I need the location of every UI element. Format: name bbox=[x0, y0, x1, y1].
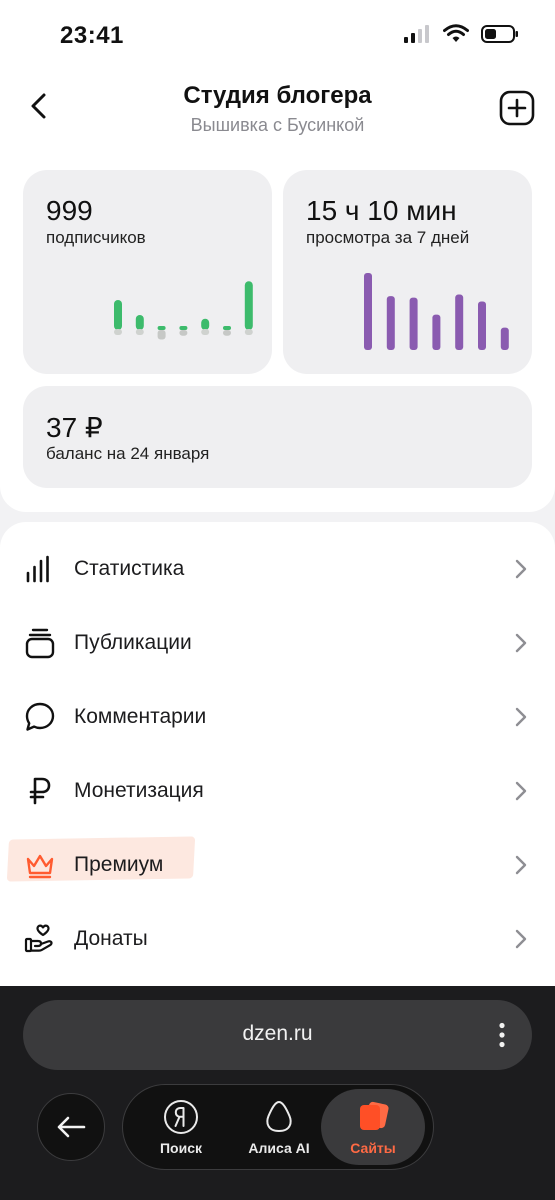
more-vertical-icon[interactable] bbox=[498, 1022, 506, 1048]
balance-label: баланс на 24 января bbox=[46, 444, 210, 463]
menu-label-publications: Публикации bbox=[74, 631, 192, 654]
menu-item-comments[interactable]: Комментарии bbox=[0, 680, 555, 754]
views-chart bbox=[364, 273, 509, 350]
browser-tab-group: Поиск Алиса AI Сайты bbox=[122, 1084, 434, 1170]
tab-alisa-label: Алиса AI bbox=[248, 1140, 310, 1156]
url-bar[interactable]: dzen.ru bbox=[23, 1000, 532, 1070]
subscribers-bar bbox=[179, 326, 188, 330]
menu-label-premium: Премиум bbox=[74, 853, 164, 876]
subscribers-bar-shadow bbox=[201, 329, 210, 335]
yandex-icon bbox=[164, 1100, 198, 1134]
signal-icon bbox=[404, 25, 429, 43]
chevron-right-icon bbox=[515, 633, 527, 653]
bar-chart-icon bbox=[26, 555, 49, 583]
menu-item-donations[interactable]: Донаты bbox=[0, 902, 555, 976]
page-title: Студия блогера bbox=[183, 82, 372, 109]
subscribers-bar bbox=[223, 326, 231, 330]
page-subtitle: Вышивка с Бусинкой bbox=[190, 115, 365, 135]
status-icons bbox=[403, 24, 519, 44]
subscribers-bar-shadow bbox=[244, 329, 253, 335]
menu-item-publications[interactable]: Публикации bbox=[0, 606, 555, 680]
chevron-right-icon bbox=[515, 855, 527, 875]
menu-label-monetization: Монетизация bbox=[74, 779, 204, 802]
views-bar bbox=[386, 296, 395, 350]
wifi-icon bbox=[443, 24, 469, 42]
alisa-icon bbox=[266, 1101, 292, 1132]
views-bar bbox=[455, 294, 464, 350]
tab-search[interactable]: Поиск bbox=[129, 1089, 233, 1165]
menu-item-premium[interactable]: Премиум bbox=[0, 828, 555, 902]
menu-label-comments: Комментарии bbox=[74, 705, 207, 728]
status-bar: 23:41 bbox=[0, 0, 555, 72]
url-text: dzen.ru bbox=[242, 1022, 313, 1045]
chevron-right-icon bbox=[515, 781, 527, 801]
subscribers-bar-shadow bbox=[135, 329, 144, 335]
menu-item-monetization[interactable]: Монетизация bbox=[0, 754, 555, 828]
subscribers-bar-negative bbox=[179, 330, 188, 336]
subscribers-bar bbox=[244, 281, 253, 330]
menu-label-donations: Донаты bbox=[74, 927, 148, 950]
arrow-left-icon bbox=[57, 1116, 86, 1138]
subscribers-bar bbox=[114, 300, 122, 330]
subscribers-bar-negative bbox=[223, 330, 231, 336]
subscribers-bar bbox=[157, 326, 166, 330]
subscribers-chart bbox=[114, 281, 253, 340]
crown-icon bbox=[26, 854, 54, 879]
tab-alisa[interactable]: Алиса AI bbox=[227, 1089, 331, 1165]
views-bar bbox=[478, 301, 486, 350]
menu-item-statistics[interactable]: Статистика bbox=[0, 532, 555, 606]
browser-bar: dzen.ru Поиск Алиса AI Сайты bbox=[0, 986, 555, 1200]
publications-icon bbox=[25, 628, 55, 659]
chevron-right-icon bbox=[515, 929, 527, 949]
balance-card[interactable]: 37 ₽ баланс на 24 января bbox=[23, 386, 532, 488]
tab-search-label: Поиск bbox=[159, 1140, 202, 1156]
views-bar bbox=[364, 273, 372, 350]
views-bar bbox=[500, 327, 509, 350]
balance-value: 37 ₽ bbox=[46, 412, 103, 443]
tab-sites-label: Сайты bbox=[350, 1140, 396, 1156]
subscribers-bar bbox=[201, 318, 210, 330]
studio-menu: Статистика Публикации Комментарии Монети… bbox=[0, 522, 555, 1022]
battery-icon bbox=[481, 25, 518, 43]
chevron-right-icon bbox=[515, 707, 527, 727]
subscribers-bar-negative bbox=[157, 330, 166, 340]
status-time: 23:41 bbox=[60, 22, 124, 49]
views-card[interactable]: 15 ч 10 мин просмотра за 7 дней bbox=[283, 170, 532, 374]
browser-back-button[interactable] bbox=[37, 1093, 105, 1161]
subscribers-card[interactable]: 999 подписчиков bbox=[23, 170, 272, 374]
views-bar bbox=[432, 314, 441, 350]
menu-label-statistics: Статистика bbox=[74, 557, 185, 580]
donate-hand-icon bbox=[24, 924, 53, 953]
ruble-icon bbox=[29, 777, 51, 805]
comment-icon bbox=[25, 702, 55, 731]
studio-panel: Студия блогера Вышивка с Бусинкой 999 по… bbox=[0, 72, 555, 512]
views-bar bbox=[409, 297, 418, 350]
tab-sites[interactable]: Сайты bbox=[321, 1089, 425, 1165]
subscribers-bar bbox=[135, 315, 144, 330]
chevron-right-icon bbox=[515, 559, 527, 579]
sites-icon bbox=[360, 1101, 389, 1130]
add-plus-icon[interactable] bbox=[499, 90, 535, 126]
subscribers-bar-shadow bbox=[114, 329, 122, 335]
